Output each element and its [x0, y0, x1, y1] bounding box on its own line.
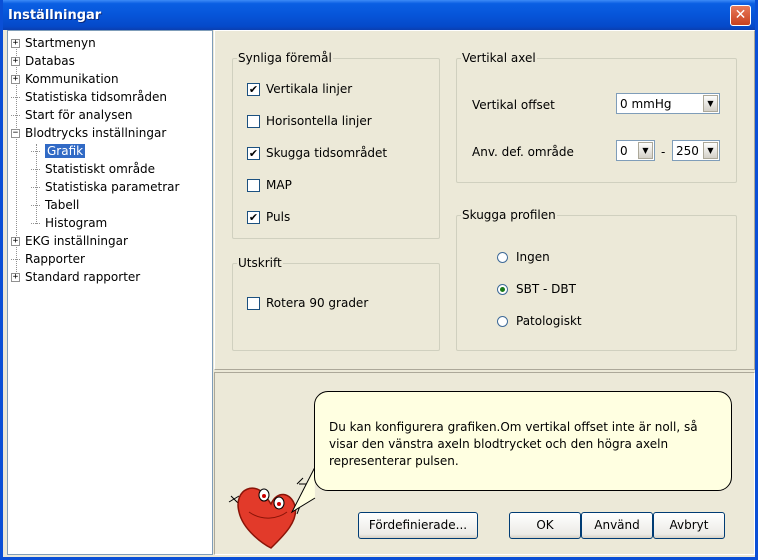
- ok-button[interactable]: OK: [509, 512, 581, 539]
- print-group: Utskrift Rotera 90 grader: [232, 256, 440, 351]
- vertical-axis-group: Vertikal axel Vertikal offset 0 mmHg ▼ A…: [456, 51, 737, 183]
- range-label: Anv. def. område: [472, 145, 574, 159]
- vertical-axis-legend: Vertikal axel: [462, 51, 536, 65]
- tree-item-blodtrycks-installningar[interactable]: − Blodtrycks inställningar: [11, 125, 166, 141]
- checkbox-map[interactable]: MAP: [247, 178, 292, 192]
- settings-tree: + Startmenyn + Databas + Kommunikation Stat…: [7, 30, 213, 555]
- expand-icon[interactable]: +: [11, 273, 20, 282]
- checkbox-rotate-90[interactable]: Rotera 90 grader: [247, 296, 368, 310]
- check-icon[interactable]: ✔: [247, 147, 260, 160]
- visible-items-group: Synliga föremål ✔ Vertikala linjer Horiso…: [232, 51, 440, 239]
- checkbox-horizontal-lines[interactable]: Horisontella linjer: [247, 114, 372, 128]
- vertical-offset-label: Vertikal offset: [472, 98, 555, 112]
- tree-item-tabell[interactable]: Tabell: [31, 197, 79, 213]
- help-text: Du kan konfigurera grafiken.Om vertikal …: [329, 420, 698, 468]
- settings-panel: Synliga föremål ✔ Vertikala linjer Horiso…: [214, 30, 755, 370]
- expand-icon[interactable]: +: [11, 57, 20, 66]
- window-title: Inställningar: [8, 8, 102, 23]
- tree-item-databas[interactable]: + Databas: [11, 53, 75, 69]
- range-separator: -: [661, 145, 666, 159]
- tree-item-kommunikation[interactable]: + Kommunikation: [11, 71, 119, 87]
- radio-pathological[interactable]: Patologiskt: [497, 314, 582, 328]
- predefined-button[interactable]: Fördefinierade...: [358, 512, 478, 539]
- chevron-down-icon[interactable]: ▼: [703, 95, 718, 112]
- check-icon[interactable]: ✔: [247, 83, 260, 96]
- checkbox-pulse[interactable]: ✔ Puls: [247, 210, 290, 224]
- tree-item-statistiskt-omrade[interactable]: Statistiskt område: [31, 161, 155, 177]
- tree-item-start-for-analysen[interactable]: Start för analysen: [11, 107, 132, 123]
- range-to-select[interactable]: 250 ▼: [672, 140, 720, 161]
- tree-item-startmenyn[interactable]: + Startmenyn: [11, 35, 96, 51]
- title-bar[interactable]: Inställningar ✕: [3, 0, 755, 30]
- expand-icon[interactable]: +: [11, 237, 20, 246]
- range-from-select[interactable]: 0 ▼: [616, 140, 655, 161]
- tree-item-standard-rapporter[interactable]: + Standard rapporter: [11, 269, 140, 285]
- close-icon: ✕: [734, 7, 747, 23]
- chevron-down-icon[interactable]: ▼: [638, 142, 653, 159]
- close-button[interactable]: ✕: [730, 5, 751, 26]
- tree-item-histogram[interactable]: Histogram: [31, 215, 107, 231]
- radio-sbt-dbt[interactable]: SBT - DBT: [497, 282, 576, 296]
- checkbox-shade-time-range[interactable]: ✔ Skugga tidsområdet: [247, 146, 387, 160]
- shade-profile-group: Skugga profilen Ingen SBT - DBT Patologi…: [456, 208, 737, 351]
- chevron-down-icon[interactable]: ▼: [703, 142, 718, 159]
- help-bubble: Du kan konfigurera grafiken.Om vertikal …: [314, 391, 732, 491]
- print-legend: Utskrift: [238, 256, 282, 270]
- vertical-offset-select[interactable]: 0 mmHg ▼: [616, 93, 720, 114]
- tree-item-grafik[interactable]: Grafik: [31, 143, 86, 159]
- apply-button[interactable]: Använd: [581, 512, 653, 539]
- check-icon[interactable]: ✔: [247, 211, 260, 224]
- tree-item-rapporter[interactable]: Rapporter: [11, 251, 85, 267]
- tree-item-ekg-installningar[interactable]: + EKG inställningar: [11, 233, 128, 249]
- settings-window: Inställningar ✕ + Startmenyn + Databas + Ko…: [0, 0, 758, 560]
- radio-none[interactable]: Ingen: [497, 250, 550, 264]
- collapse-icon[interactable]: −: [11, 129, 20, 138]
- cancel-button[interactable]: Avbryt: [653, 512, 725, 539]
- tree-item-statistiska-parametrar[interactable]: Statistiska parametrar: [31, 179, 179, 195]
- expand-icon[interactable]: +: [11, 39, 20, 48]
- checkbox-vertical-lines[interactable]: ✔ Vertikala linjer: [247, 82, 352, 96]
- tree-item-statistiska-tidsomraden[interactable]: Statistiska tidsområden: [11, 89, 167, 105]
- visible-items-legend: Synliga föremål: [238, 51, 332, 65]
- shade-profile-legend: Skugga profilen: [462, 208, 556, 222]
- expand-icon[interactable]: +: [11, 75, 20, 84]
